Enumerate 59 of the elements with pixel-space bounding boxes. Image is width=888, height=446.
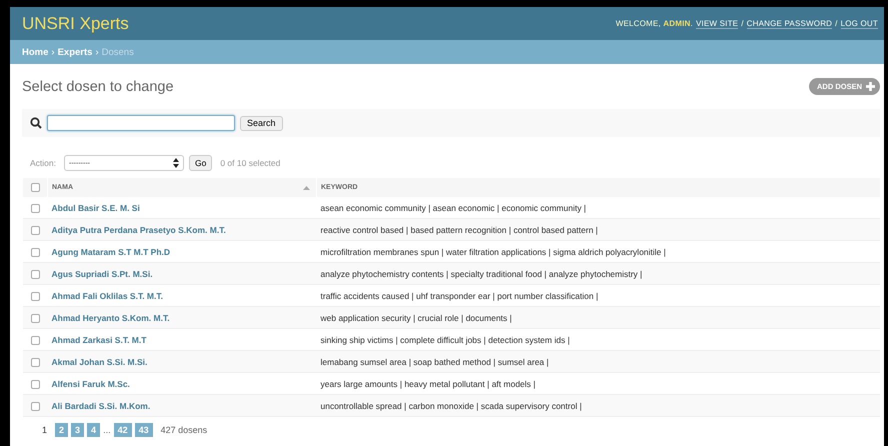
row-checkbox[interactable]	[30, 358, 40, 367]
row-checkbox[interactable]	[30, 204, 40, 213]
dosen-link[interactable]: Agung Mataram S.T M.T Ph.D	[52, 246, 170, 256]
keyword-text: years large amounts | heavy metal pollutant | aft models |	[320, 378, 536, 388]
row-checkbox[interactable]	[30, 292, 40, 301]
keyword-text: analyze phytochemistry contents | specialty traditional food | analyze phytochemistry |	[320, 268, 642, 278]
dosen-link[interactable]: Ahmad Fali Oklilas S.T. M.T.	[52, 290, 163, 300]
dosen-link[interactable]: Akmal Johan S.Si. M.Si.	[52, 356, 148, 366]
row-checkbox[interactable]	[30, 226, 40, 235]
dosen-link[interactable]: Abdul Basir S.E. M. Si	[52, 202, 140, 212]
page-link[interactable]: 3	[71, 423, 84, 437]
breadcrumb-separator: ›	[51, 46, 55, 58]
welcome-text: WELCOME, ADMIN.	[616, 19, 693, 28]
separator-text: /	[835, 19, 838, 28]
dosen-link[interactable]: Ali Bardadi S.Si. M.Kom.	[52, 400, 150, 410]
action-label: Action:	[30, 158, 56, 168]
header-link[interactable]: CHANGE PASSWORD	[746, 18, 832, 28]
breadcrumb-link[interactable]: Experts	[58, 46, 92, 58]
page-link[interactable]: 43	[134, 423, 153, 437]
row-checkbox[interactable]	[30, 402, 40, 411]
keyword-text: traffic accidents caused | uhf transponder ear | port number classification |	[320, 290, 598, 300]
header-link[interactable]: LOG OUT	[840, 18, 878, 28]
row-checkbox[interactable]	[30, 336, 40, 345]
site-title: UNSRI Xperts	[22, 14, 129, 34]
plus-icon	[866, 82, 875, 91]
search-field[interactable]	[47, 115, 235, 131]
result-count: 427 dosens	[160, 425, 208, 435]
updown-icon	[173, 158, 179, 168]
row-checkbox[interactable]	[30, 270, 40, 279]
selection-counter: 0 of 10 selected	[220, 158, 280, 168]
header-link[interactable]: VIEW SITE	[696, 18, 738, 28]
keyword-text: microfiltration membranes spun | water filtration applications | sigma aldrich polyacrylonitile |	[320, 246, 666, 256]
sort-icon[interactable]	[303, 186, 310, 190]
search-button[interactable]: Search	[240, 116, 283, 130]
page-link[interactable]: 2	[55, 423, 68, 437]
keyword-text: web application security | crucial role | documents |	[320, 312, 512, 322]
go-button[interactable]: Go	[189, 155, 212, 171]
dosen-link[interactable]: Ahmad Zarkasi S.T. M.T	[52, 334, 146, 344]
breadcrumb-current: Dosens	[102, 46, 134, 58]
breadcrumb-link[interactable]: Home	[22, 46, 48, 58]
ellipsis-text: ...	[103, 425, 111, 435]
row-checkbox[interactable]	[30, 380, 40, 389]
dosen-link[interactable]: Alfensi Faruk M.Sc.	[52, 378, 130, 388]
keyword-text: sinking ship victims | complete difficult jobs | detection system ids |	[320, 334, 570, 344]
search-icon	[30, 117, 42, 129]
select-all-checkbox[interactable]	[30, 183, 40, 192]
page-link[interactable]: 42	[114, 423, 132, 437]
current-page: 1	[42, 425, 48, 435]
dosen-link[interactable]: Agus Supriadi S.Pt. M.Si.	[52, 268, 153, 278]
keyword-text: reactive control based | based pattern recognition | control based pattern |	[320, 224, 598, 234]
row-checkbox[interactable]	[30, 314, 40, 323]
page-link[interactable]: 4	[87, 423, 100, 437]
separator-text: /	[741, 19, 744, 28]
keyword-text: asean economic community | asean economic | economic community |	[320, 202, 586, 212]
keyword-text: lemabang sumsel area | soap bathed method | sumsel area |	[320, 356, 549, 366]
breadcrumb-separator: ›	[95, 46, 99, 58]
row-checkbox[interactable]	[30, 248, 40, 257]
keyword-text: uncontrollable spread | carbon monoxide | scada supervisory control |	[320, 400, 582, 410]
page-title: Select dosen to change	[22, 78, 174, 94]
